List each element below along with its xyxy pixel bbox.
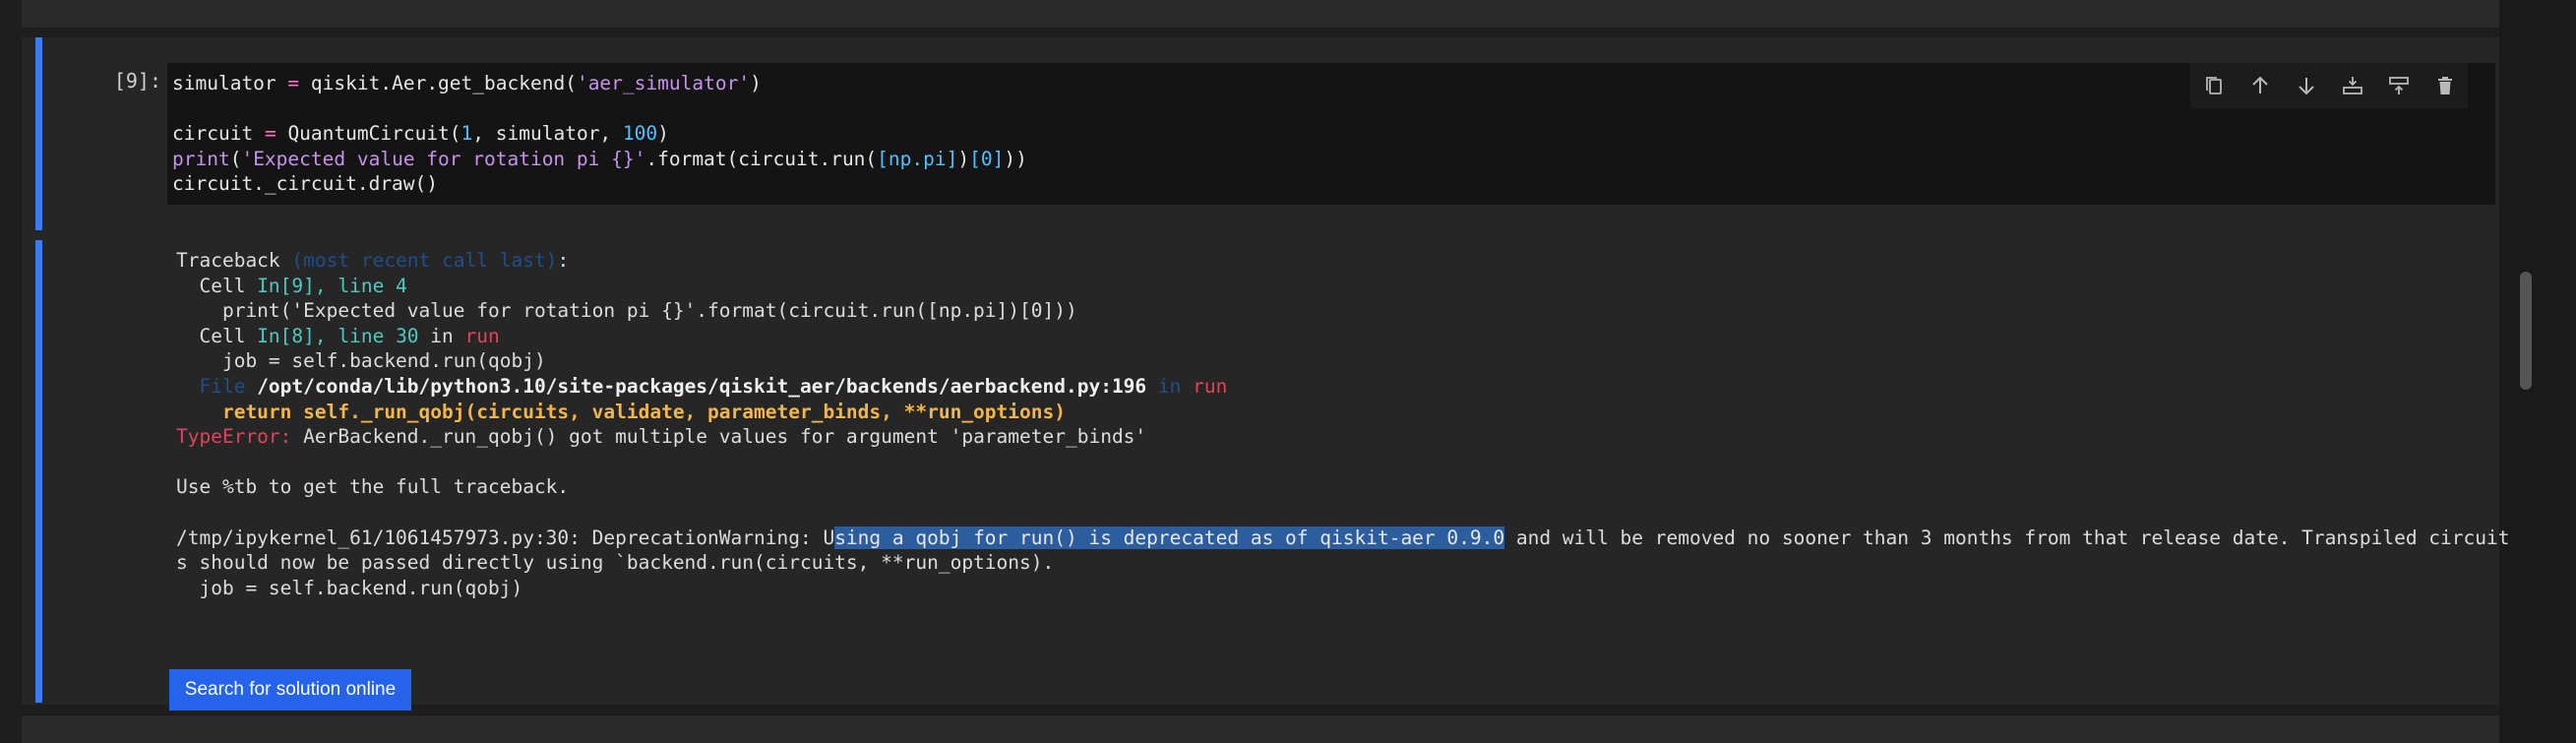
traceback-frame-2: Cell In[8], line 30 in run [176, 324, 500, 347]
traceback-header: Traceback (most recent call last): [176, 249, 570, 272]
traceback-frame-1-code: print('Expected value for rotation pi {}… [176, 299, 1077, 323]
trash-icon [2437, 77, 2452, 94]
insert-above-icon [2342, 77, 2362, 94]
traceback-frame-3: File /opt/conda/lib/python3.10/site-pack… [176, 374, 1228, 398]
input-collapser[interactable] [35, 37, 42, 230]
execution-count-prompt: [9]: [113, 69, 161, 93]
deprecation-warning: /tmp/ipykernel_61/1061457973.py:30: Depr… [176, 526, 2510, 549]
traceback-frame-3-code: return self._run_qobj(circuits, validate… [176, 400, 1066, 423]
duplicate-cell-button[interactable] [2190, 63, 2237, 108]
move-down-button[interactable] [2283, 63, 2329, 108]
notebook-panel: [9]: simulator = qiskit.Aer.get_backend(… [22, 0, 2510, 743]
left-gutter [0, 0, 22, 742]
deprecation-warning-line-3: job = self.backend.run(qobj) [176, 576, 523, 599]
cell-toolbar [2190, 63, 2468, 108]
delete-cell-button[interactable] [2422, 63, 2468, 108]
insert-below-icon [2388, 77, 2409, 94]
previous-cell[interactable] [22, 0, 2499, 29]
selected-text: sing a qobj for run() is deprecated as o… [834, 526, 1505, 549]
output-collapser[interactable] [35, 240, 42, 703]
traceback-frame-2-code: job = self.backend.run(qobj) [176, 349, 546, 373]
error-output[interactable]: Traceback (most recent call last): Cell … [176, 248, 2510, 600]
insert-above-button[interactable] [2329, 63, 2375, 108]
error-message: TypeError: AerBackend._run_qobj() got mu… [176, 425, 1147, 449]
duplicate-icon [2205, 77, 2222, 94]
code-text[interactable]: simulator = qiskit.Aer.get_backend('aer_… [172, 71, 1027, 197]
arrow-up-icon [2251, 76, 2268, 93]
code-line-4: print('Expected value for rotation pi {}… [172, 147, 1027, 170]
move-up-button[interactable] [2237, 63, 2283, 108]
traceback-frame-1: Cell In[9], line 4 [176, 274, 407, 297]
arrow-down-icon [2298, 78, 2314, 95]
search-solution-button[interactable]: Search for solution online [169, 669, 411, 711]
code-editor[interactable]: simulator = qiskit.Aer.get_backend('aer_… [167, 63, 2495, 205]
code-cell[interactable]: [9]: simulator = qiskit.Aer.get_backend(… [22, 37, 2510, 711]
next-cell[interactable] [22, 714, 2499, 743]
code-line-5: circuit._circuit.draw() [172, 172, 439, 196]
code-line-3: circuit = QuantumCircuit(1, simulator, 1… [172, 122, 669, 146]
code-line-1: simulator = qiskit.Aer.get_backend('aer_… [172, 72, 762, 94]
scrollbar-thumb[interactable] [2520, 272, 2532, 390]
deprecation-warning-line-2: s should now be passed directly using `b… [176, 551, 1055, 575]
insert-below-button[interactable] [2375, 63, 2422, 108]
traceback-hint: Use %tb to get the full traceback. [176, 475, 570, 499]
